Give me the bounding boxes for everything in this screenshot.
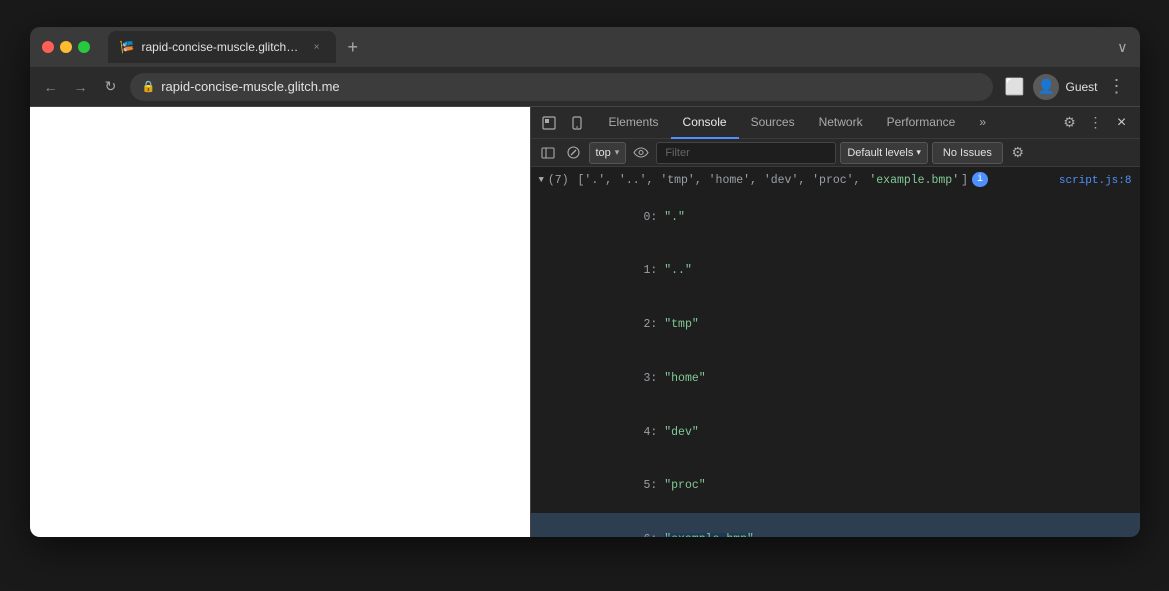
devtools-settings-button[interactable]: ⚙: [1058, 111, 1082, 135]
item-value-1: "..": [664, 264, 692, 277]
array-item-2: 2: "tmp": [531, 298, 1140, 352]
tab-bar: 🎏 rapid-concise-muscle.glitch.m... × +: [108, 31, 605, 63]
new-tab-button[interactable]: +: [342, 35, 365, 60]
guest-label: Guest: [1065, 80, 1097, 94]
devtools-more-button[interactable]: ⋮: [1084, 111, 1108, 135]
url-text: rapid-concise-muscle.glitch.me: [161, 79, 339, 94]
reload-button[interactable]: ↻: [100, 76, 122, 98]
item-index-3: 3:: [644, 372, 665, 385]
window-chevron: ∨: [1117, 39, 1127, 56]
devtools-tabs: Elements Console Sources Network Perform…: [593, 107, 1054, 139]
back-button[interactable]: ←: [40, 76, 62, 98]
devtools-close-button[interactable]: ×: [1110, 111, 1134, 135]
console-output: ▼ (7) ['.', '..', 'tmp', 'home', 'dev', …: [531, 167, 1140, 537]
item-value-5: "proc": [664, 479, 705, 492]
page-content: [30, 107, 530, 537]
array-item-6: 6: "example.bmp": [531, 513, 1140, 537]
tab-favicon: 🎏: [120, 40, 134, 54]
array-close: ]: [961, 172, 968, 189]
close-button[interactable]: [42, 41, 54, 53]
address-bar: ← → ↻ 🔒 rapid-concise-muscle.glitch.me ⬜…: [30, 67, 1140, 107]
main-area: Elements Console Sources Network Perform…: [30, 107, 1140, 537]
address-bar-actions: ⬜ 👤 Guest ⋮: [1001, 74, 1129, 100]
minimize-button[interactable]: [60, 41, 72, 53]
tab-close-btn[interactable]: ×: [310, 40, 324, 54]
traffic-lights: [42, 41, 90, 53]
live-expression-icon[interactable]: [630, 142, 652, 164]
title-bar: 🎏 rapid-concise-muscle.glitch.m... × + ∨: [30, 27, 1140, 67]
source-link[interactable]: script.js:8: [1059, 173, 1132, 190]
array-count: (7): [548, 172, 576, 189]
array-item-5: 5: "proc": [531, 459, 1140, 513]
window-icon-btn[interactable]: ⬜: [1001, 74, 1027, 100]
tab-more[interactable]: »: [967, 107, 998, 139]
context-dropdown-arrow: ▾: [615, 147, 620, 158]
item-value-2: "tmp": [664, 318, 699, 331]
context-label: top: [596, 147, 611, 159]
clear-console-icon[interactable]: [563, 142, 585, 164]
devtools-toolbar: Elements Console Sources Network Perform…: [531, 107, 1140, 139]
forward-button[interactable]: →: [70, 76, 92, 98]
item-value-3: "home": [664, 372, 705, 385]
console-array-entry[interactable]: ▼ (7) ['.', '..', 'tmp', 'home', 'dev', …: [531, 171, 1140, 190]
url-bar[interactable]: 🔒 rapid-concise-muscle.glitch.me: [130, 73, 994, 101]
expand-arrow[interactable]: ▼: [539, 174, 544, 188]
item-index-0: 0:: [644, 211, 665, 224]
console-filter-input[interactable]: [656, 142, 836, 164]
item-index-1: 1:: [644, 264, 665, 277]
console-sidebar-icon[interactable]: [537, 142, 559, 164]
tab-title: rapid-concise-muscle.glitch.m...: [142, 40, 302, 54]
item-index-2: 2:: [644, 318, 665, 331]
devtools-panel: Elements Console Sources Network Perform…: [530, 107, 1140, 537]
console-settings-icon[interactable]: ⚙: [1007, 142, 1029, 164]
browser-menu-button[interactable]: ⋮: [1104, 74, 1130, 100]
item-index-5: 5:: [644, 479, 665, 492]
device-toolbar-icon[interactable]: [565, 111, 589, 135]
tab-sources[interactable]: Sources: [739, 107, 807, 139]
browser-window: 🎏 rapid-concise-muscle.glitch.m... × + ∨…: [30, 27, 1140, 537]
log-levels-button[interactable]: Default levels ▾: [840, 142, 928, 164]
context-selector[interactable]: top ▾: [589, 142, 627, 164]
array-last-item: 'example.bmp': [869, 172, 959, 189]
item-value-0: ".": [664, 211, 685, 224]
tab-elements[interactable]: Elements: [597, 107, 671, 139]
item-index-6: 6:: [644, 533, 665, 537]
item-index-4: 4:: [644, 426, 665, 439]
item-value-4: "dev": [664, 426, 699, 439]
devtools-toolbar-right: ⚙ ⋮ ×: [1058, 111, 1134, 135]
tab-network[interactable]: Network: [807, 107, 875, 139]
tab-console[interactable]: Console: [671, 107, 739, 139]
profile-button[interactable]: 👤: [1033, 74, 1059, 100]
no-issues-button[interactable]: No Issues: [932, 142, 1003, 164]
tab-performance[interactable]: Performance: [875, 107, 968, 139]
active-tab[interactable]: 🎏 rapid-concise-muscle.glitch.m... ×: [108, 31, 336, 63]
profile-icon: 👤: [1038, 78, 1055, 95]
maximize-button[interactable]: [78, 41, 90, 53]
lock-icon: 🔒: [142, 80, 156, 93]
info-badge: i: [972, 172, 988, 187]
devtools-console-toolbar: top ▾ Default levels ▾ No Issues: [531, 139, 1140, 167]
item-value-6: "example.bmp": [664, 533, 754, 537]
inspect-element-icon[interactable]: [537, 111, 561, 135]
array-item-4: 4: "dev": [531, 405, 1140, 459]
array-item-1: 1: "..": [531, 244, 1140, 298]
array-summary-text: ['.', '..', 'tmp', 'home', 'dev', 'proc'…: [578, 172, 868, 189]
array-item-0: 0: ".": [531, 190, 1140, 244]
array-item-3: 3: "home": [531, 352, 1140, 406]
